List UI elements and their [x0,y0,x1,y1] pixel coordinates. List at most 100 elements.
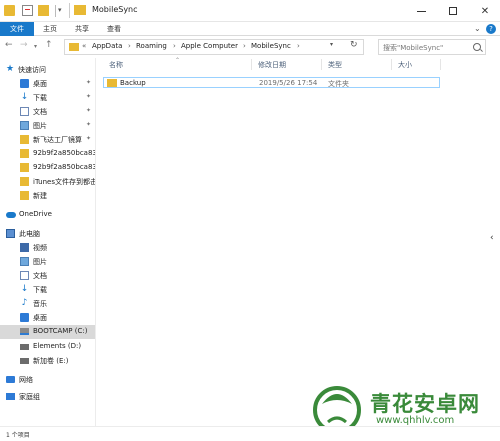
file-name: Backup [120,79,146,87]
sidebar-item-quick-access[interactable]: ★ 快速访问 [0,64,95,76]
pin-icon[interactable]: ✦ [86,79,91,86]
breadcrumb-separator-icon[interactable]: › [173,42,176,50]
minimize-button[interactable] [405,0,437,22]
drive-icon [20,358,29,364]
sidebar-item-music[interactable]: ♪ 音乐 [0,298,95,310]
download-icon: ↓ [20,92,29,102]
folder-icon [107,79,117,87]
breadcrumb-separator-icon[interactable]: › [128,42,131,50]
sidebar-item-folder[interactable]: 92b9f2a850bca83 [0,148,95,160]
desktop-icon [20,313,29,322]
breadcrumb-separator-icon[interactable]: › [297,42,300,50]
pin-icon[interactable]: ✦ [86,135,91,142]
sidebar-item-homegroup[interactable]: 家庭组 [0,391,95,403]
sidebar-item-desktop[interactable]: 桌面 [0,312,95,324]
tab-home[interactable]: 主页 [40,22,60,36]
tab-view[interactable]: 查看 [104,22,124,36]
sidebar-item-pictures[interactable]: 图片 [0,256,95,268]
document-icon [20,271,29,280]
sidebar-item-folder[interactable]: iTunes文件存到都击 [0,176,95,188]
cloud-icon [6,212,16,218]
pin-icon[interactable]: ✦ [86,93,91,100]
quick-access-folder-icon[interactable] [4,5,15,16]
forward-arrow-icon[interactable]: → [20,40,28,50]
address-bar[interactable]: « AppData › Roaming › Apple Computer › M… [64,39,364,55]
address-history-chevron-icon[interactable]: ▾ [330,41,333,48]
sidebar-item-elements-drive[interactable]: Elements (D:) [0,341,95,353]
column-header-date-modified[interactable]: 修改日期 [258,60,286,70]
column-header-type[interactable]: 类型 [328,60,342,70]
network-icon [6,376,15,383]
sidebar-item-label: 新加卷 (E:) [33,357,69,365]
file-type: 文件夹 [328,80,349,88]
expand-ribbon-chevron-icon[interactable]: ⌄ [474,24,481,33]
tab-file[interactable]: 文件 [0,22,34,36]
table-row[interactable]: Backup 2019/5/26 17:54 文件夹 [103,77,440,88]
sidebar-item-desktop[interactable]: 桌面 ✦ [0,78,95,90]
sidebar-item-label: 92b9f2a850bca83 [33,149,95,157]
sidebar-item-new-volume-drive[interactable]: 新加卷 (E:) [0,355,95,367]
sidebar-item-bootcamp-drive[interactable]: BOOTCAMP (C:) [0,325,95,339]
sidebar-item-videos[interactable]: 视频 [0,242,95,254]
folder-icon [20,191,29,200]
window-title: MobileSync [92,5,138,14]
sidebar-item-folder[interactable]: 新建 [0,190,95,202]
properties-icon[interactable] [22,5,33,16]
breadcrumb-separator-icon[interactable]: › [243,42,246,50]
window-folder-icon [74,5,86,15]
picture-icon [20,121,29,130]
sidebar-item-label: 家庭组 [19,393,40,401]
sidebar-item-this-pc[interactable]: 此电脑 [0,228,95,240]
customize-toolbar-chevron-icon[interactable]: ▾ [58,6,62,14]
recent-locations-chevron-icon[interactable]: ▾ [34,43,37,50]
column-header-size[interactable]: 大小 [398,60,412,70]
sidebar-item-folder[interactable]: 92b9f2a850bca83 [0,162,95,174]
computer-icon [6,229,15,238]
column-divider[interactable] [251,59,252,70]
up-arrow-icon[interactable]: ↑ [45,40,53,50]
sidebar-item-pictures[interactable]: 图片 ✦ [0,120,95,132]
folder-icon [20,177,29,186]
breadcrumb-appdata[interactable]: AppData [92,42,122,50]
drive-icon [20,344,29,350]
sidebar-item-downloads[interactable]: ↓ 下载 [0,284,95,296]
maximize-button[interactable] [437,0,469,22]
breadcrumb-roaming[interactable]: Roaming [136,42,167,50]
new-folder-icon[interactable] [38,5,49,16]
sidebar-item-folder[interactable]: 新飞达工厂镜算 ✦ [0,134,95,146]
watermark-url: www.qhhlv.com [376,415,455,426]
search-icon[interactable] [473,43,481,51]
download-icon: ↓ [20,284,29,294]
sidebar-item-label: 桌面 [33,314,47,322]
column-divider[interactable] [391,59,392,70]
help-icon[interactable]: ? [486,24,496,34]
music-icon: ♪ [21,298,28,308]
tab-share[interactable]: 共享 [72,22,92,36]
column-divider[interactable] [440,59,441,70]
sidebar-item-documents[interactable]: 文档 [0,270,95,282]
sidebar-item-downloads[interactable]: ↓ 下载 ✦ [0,92,95,104]
expand-preview-chevron-icon[interactable]: ‹ [490,233,494,243]
ribbon-tabs: 文件 主页 共享 查看 ⌄ ? [0,22,500,36]
search-input[interactable]: 搜索"MobileSync" [378,39,486,55]
close-button[interactable]: ✕ [469,0,500,22]
video-icon [20,243,29,252]
breadcrumb-mobilesync[interactable]: MobileSync [251,42,291,50]
refresh-icon[interactable]: ↻ [350,40,358,50]
column-header-name[interactable]: 名称 [109,60,123,70]
address-overflow-chevron[interactable]: « [82,42,86,50]
sidebar-item-label: 此电脑 [19,230,40,238]
minimize-icon [416,10,426,12]
sidebar-item-label: 92b9f2a850bca83 [33,163,95,171]
sidebar-item-network[interactable]: 网络 [0,374,95,386]
sidebar-item-onedrive[interactable]: OneDrive [0,209,95,221]
pin-icon[interactable]: ✦ [86,107,91,114]
title-divider [69,3,70,18]
sidebar-item-documents[interactable]: 文档 ✦ [0,106,95,118]
file-modified-date: 2019/5/26 17:54 [259,79,318,87]
pin-icon[interactable]: ✦ [86,121,91,128]
back-arrow-icon[interactable]: ← [5,40,13,50]
breadcrumb-apple-computer[interactable]: Apple Computer [181,42,238,50]
sidebar-item-label: 图片 [33,122,47,130]
column-divider[interactable] [321,59,322,70]
